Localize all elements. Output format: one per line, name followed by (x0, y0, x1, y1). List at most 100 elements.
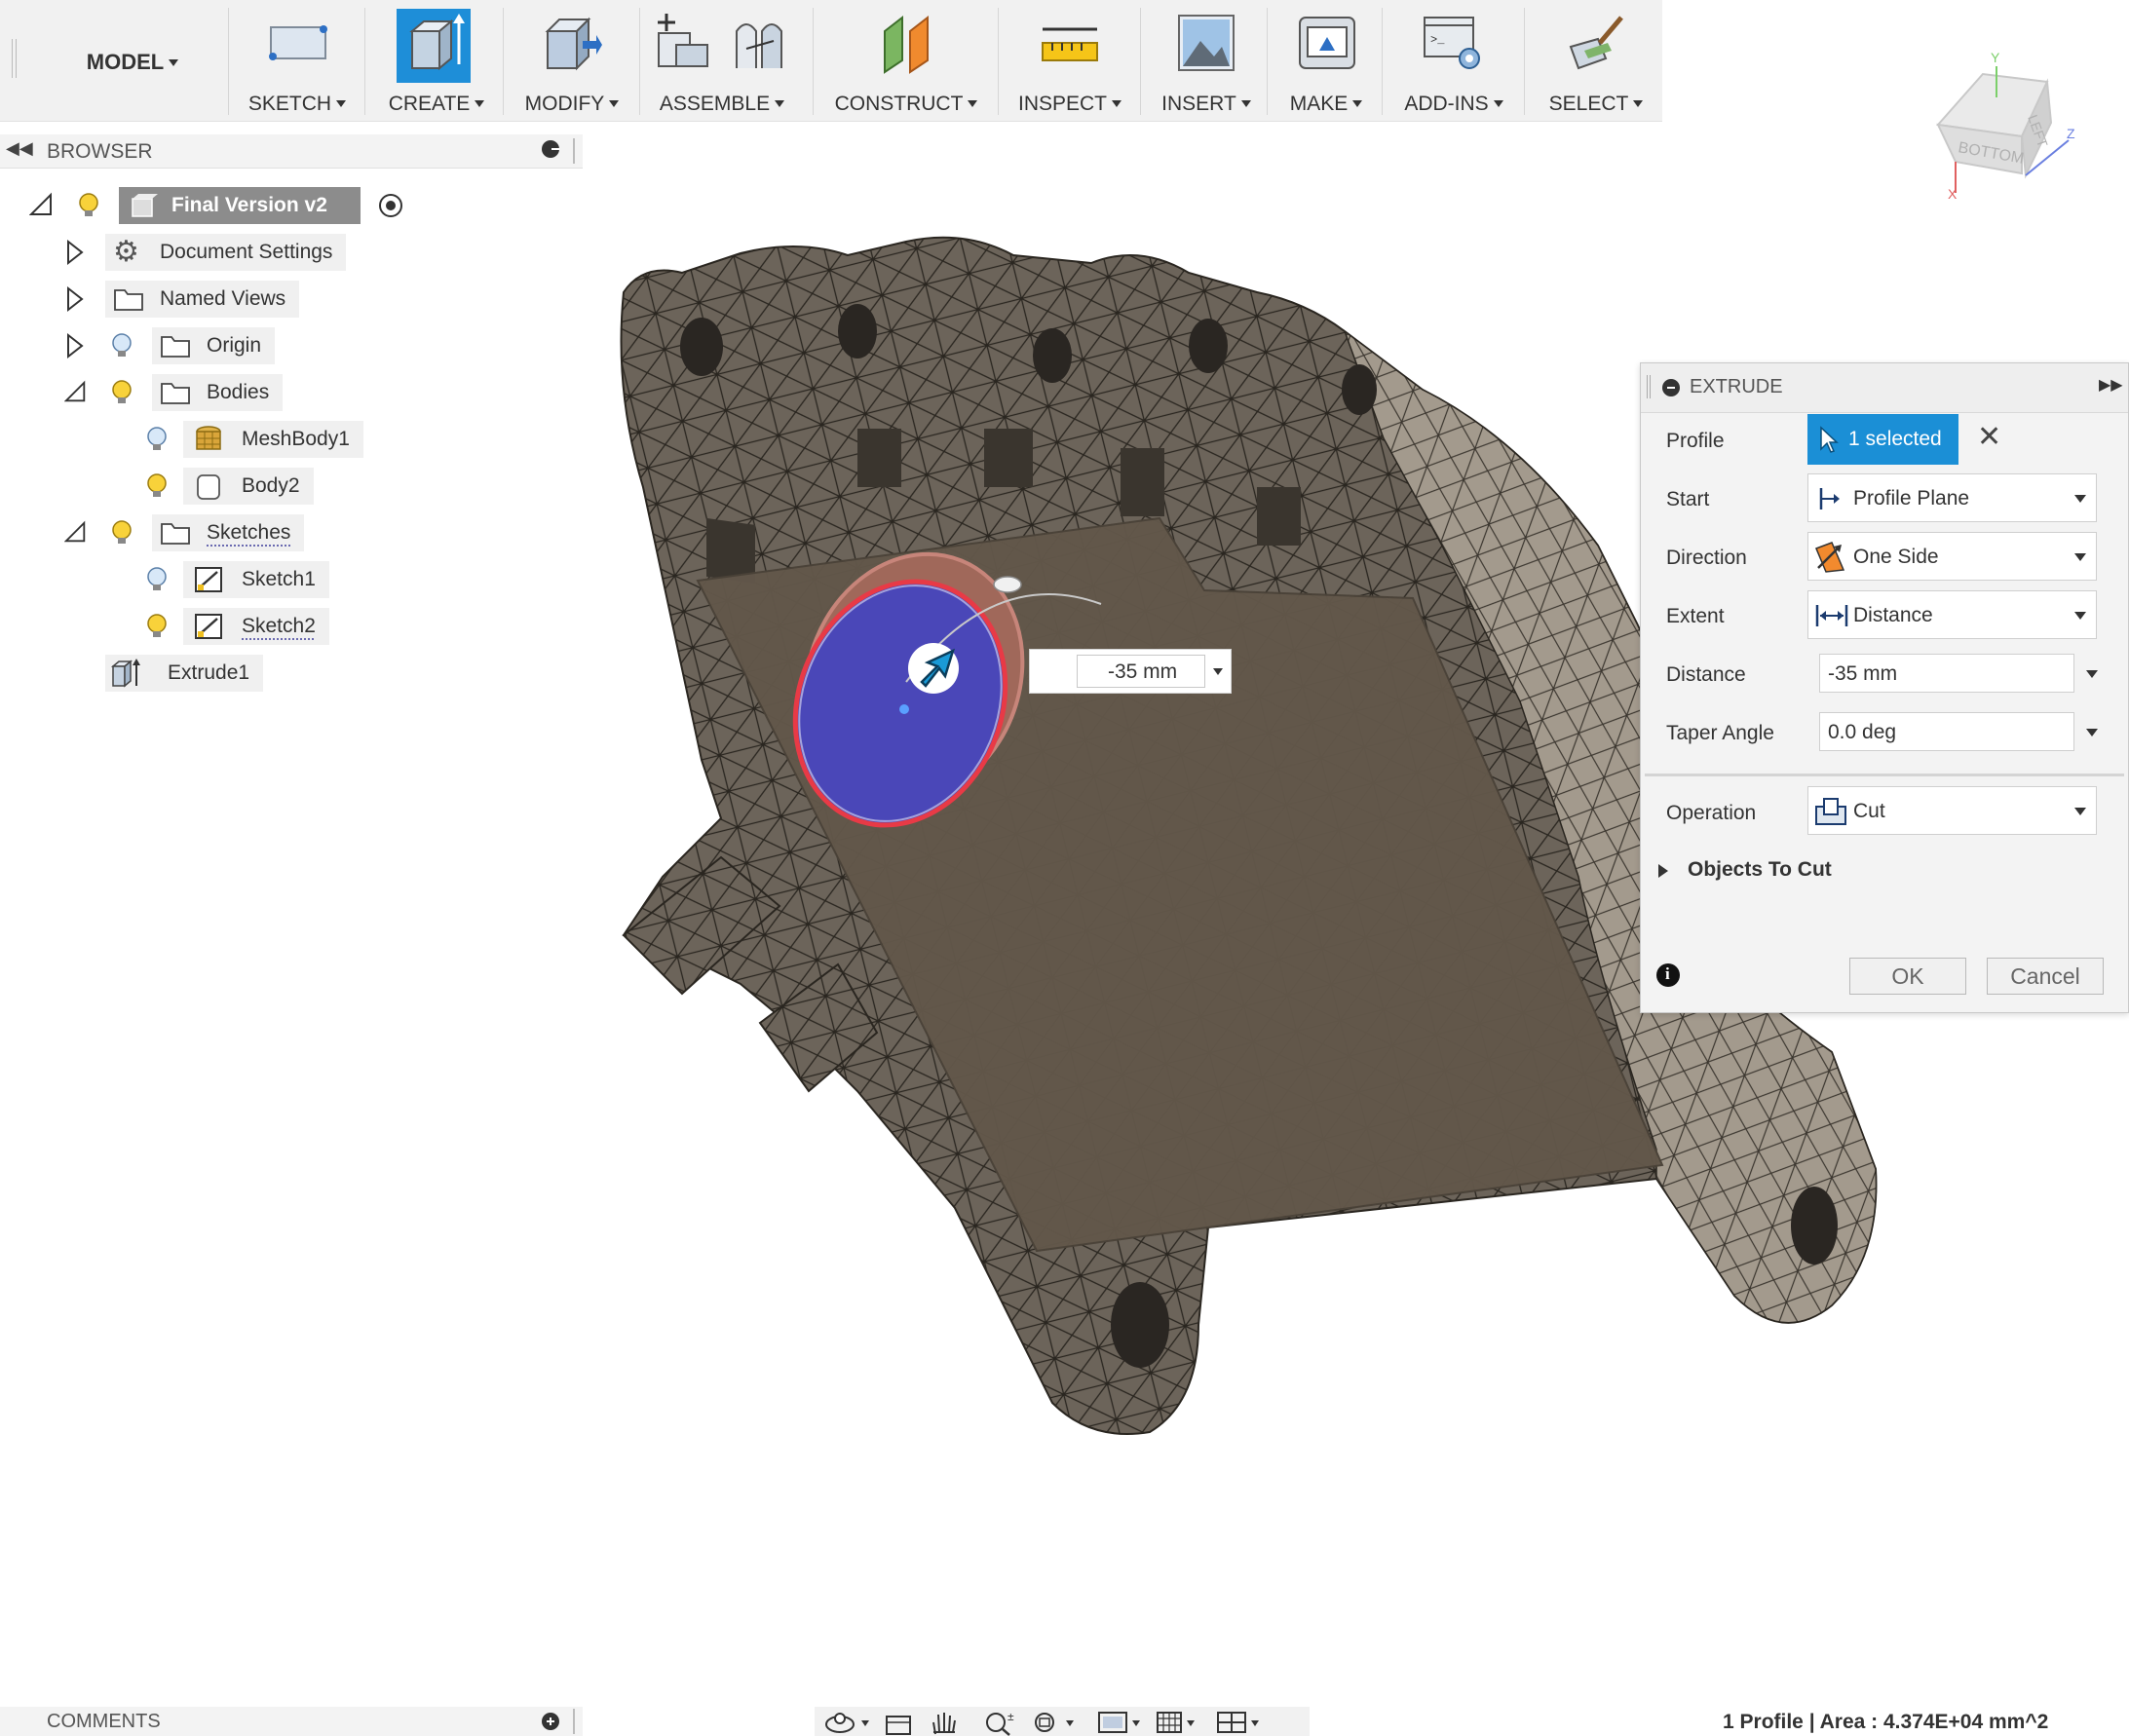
folder-icon (114, 289, 143, 311)
grid-settings-icon[interactable] (1156, 1709, 1210, 1736)
tree-item-sketches-label-box[interactable]: Sketches (152, 514, 305, 551)
chevron-down-icon (2074, 808, 2086, 815)
collapse-triangle-icon[interactable] (64, 378, 88, 407)
tree-item-body2-label-box[interactable]: Body2 (183, 468, 314, 505)
extrude-dialog-header[interactable]: EXTRUDE ▶▶ (1641, 363, 2128, 413)
cursor-arrow-icon (1820, 426, 1839, 453)
modify-menu[interactable]: MODIFY (509, 0, 635, 121)
viewports-icon[interactable] (1216, 1709, 1271, 1736)
taper-angle-dropdown-icon[interactable] (2086, 729, 2098, 736)
activate-radio-icon[interactable] (376, 191, 405, 220)
start-select[interactable]: Profile Plane (1807, 473, 2097, 522)
tree-item-named-views-label-box[interactable]: Named Views (105, 281, 300, 318)
dialog-grip[interactable] (1647, 375, 1651, 398)
inspect-menu[interactable]: INSPECT (1004, 0, 1136, 121)
add-ins-menu[interactable]: >_ ADD-INS (1388, 0, 1520, 121)
visibility-bulb-icon[interactable] (142, 425, 171, 454)
ok-button[interactable]: OK (1849, 958, 1966, 995)
sketch-menu[interactable]: SKETCH (234, 0, 361, 121)
browser-title: BROWSER (47, 140, 153, 163)
tree-item-label: Sketches (207, 521, 291, 544)
sketch-icon (269, 25, 327, 60)
tree-item-meshbody1-label-box[interactable]: MeshBody1 (183, 421, 363, 458)
tree-item-extrude1-label-box[interactable]: Extrude1 (105, 655, 264, 692)
toolbar-grip[interactable] (12, 39, 17, 78)
distance-input[interactable]: -35 mm (1819, 654, 2074, 693)
chevron-down-icon (2074, 612, 2086, 620)
insert-menu[interactable]: INSERT (1146, 0, 1267, 121)
zoom-window-icon[interactable] (1031, 1709, 1085, 1736)
construct-menu[interactable]: CONSTRUCT (818, 0, 994, 121)
extent-value: Distance (1853, 604, 1933, 626)
distance-input-overlay[interactable]: -35 mm (1029, 649, 1232, 694)
pan-hand-icon[interactable] (928, 1709, 961, 1736)
visibility-bulb-icon[interactable] (142, 565, 171, 594)
tree-item-bodies[interactable]: Bodies (64, 374, 376, 411)
collapse-triangle-icon[interactable] (29, 191, 55, 220)
tree-item-sketches[interactable]: Sketches (64, 514, 376, 551)
operation-select[interactable]: Cut (1807, 786, 2097, 835)
select-menu[interactable]: SELECT (1530, 0, 1662, 121)
clear-selection-icon[interactable]: ✕ (1977, 420, 2001, 454)
zoom-icon[interactable]: ± (982, 1709, 1021, 1736)
viewcube[interactable]: BOTTOM LEFT X Y Z (1924, 47, 2080, 203)
visibility-bulb-icon[interactable] (74, 191, 103, 220)
tree-item-named-views[interactable]: Named Views (64, 281, 376, 318)
tree-item-bodies-label-box[interactable]: Bodies (152, 374, 284, 411)
folder-icon (161, 523, 190, 545)
tree-item-meshbody1[interactable]: MeshBody1 (142, 421, 435, 458)
operation-value: Cut (1853, 800, 1885, 822)
collapse-browser-icon[interactable]: ◀◀ (6, 138, 33, 159)
viewcube-z-axis: Z (2067, 126, 2075, 141)
distance-dropdown-icon[interactable] (2086, 670, 2098, 678)
distance-value[interactable]: -35 mm (1828, 662, 1897, 686)
distance-overlay-dropdown-icon[interactable] (1213, 668, 1223, 675)
tree-item-extrude1[interactable]: Extrude1 (103, 655, 396, 692)
expand-triangle-icon[interactable] (64, 331, 86, 360)
cancel-button[interactable]: Cancel (1987, 958, 2104, 995)
select-brush-icon (1569, 16, 1623, 70)
expand-triangle-icon[interactable] (64, 284, 86, 314)
workspace-switcher[interactable]: MODEL (47, 43, 218, 82)
collapse-triangle-icon[interactable] (64, 518, 88, 547)
tree-item-label: Document Settings (160, 241, 333, 263)
expand-triangle-icon[interactable] (64, 238, 86, 267)
tree-item-origin[interactable]: Origin (64, 327, 376, 364)
create-menu[interactable]: CREATE (370, 0, 503, 121)
cut-operation-icon (1815, 798, 1846, 825)
assemble-menu[interactable]: ASSEMBLE (645, 0, 799, 121)
direction-label: Direction (1666, 547, 1747, 569)
extrude-dialog: EXTRUDE ▶▶ Profile 1 selected ✕ Start Pr… (1640, 362, 2129, 1013)
display-settings-icon[interactable] (1097, 1709, 1152, 1736)
tree-item-document-settings-label-box[interactable]: ⚙ Document Settings (105, 234, 347, 271)
tree-item-sketch2[interactable]: Sketch2 (142, 608, 435, 645)
profile-selection-button[interactable]: 1 selected (1807, 414, 1958, 465)
taper-angle-value[interactable]: 0.0 deg (1828, 721, 1896, 744)
dialog-expand-icon[interactable]: ▶▶ (2099, 375, 2123, 395)
orbit-icon[interactable] (822, 1709, 877, 1736)
tree-root[interactable]: Final Version v2 (29, 187, 419, 224)
info-icon[interactable]: i (1656, 963, 1680, 987)
make-menu[interactable]: MAKE (1273, 0, 1380, 121)
visibility-bulb-icon[interactable] (107, 518, 136, 547)
viewcube-x-axis: X (1948, 186, 1958, 202)
visibility-bulb-icon[interactable] (142, 472, 171, 501)
extent-select[interactable]: Distance (1807, 590, 2097, 639)
visibility-bulb-icon[interactable] (107, 331, 136, 360)
visibility-bulb-icon[interactable] (107, 378, 136, 407)
direction-select[interactable]: One Side (1807, 532, 2097, 581)
taper-angle-input[interactable]: 0.0 deg (1819, 712, 2074, 751)
visibility-bulb-icon[interactable] (142, 612, 171, 641)
tree-root-container[interactable]: Final Version v2 (119, 187, 361, 224)
3d-print-icon (1299, 17, 1355, 69)
look-at-icon[interactable] (883, 1709, 916, 1736)
tree-item-sketch1[interactable]: Sketch1 (142, 561, 435, 598)
tree-item-origin-label-box[interactable]: Origin (152, 327, 276, 364)
distance-overlay-value[interactable]: -35 mm (1108, 660, 1177, 684)
tree-item-sketch2-label-box[interactable]: Sketch2 (183, 608, 329, 645)
folder-icon (161, 336, 190, 358)
tree-item-sketch1-label-box[interactable]: Sketch1 (183, 561, 329, 598)
tree-item-document-settings[interactable]: ⚙ Document Settings (64, 234, 376, 271)
tree-item-body2[interactable]: Body2 (142, 468, 435, 505)
tree-item-label: MeshBody1 (242, 428, 350, 450)
